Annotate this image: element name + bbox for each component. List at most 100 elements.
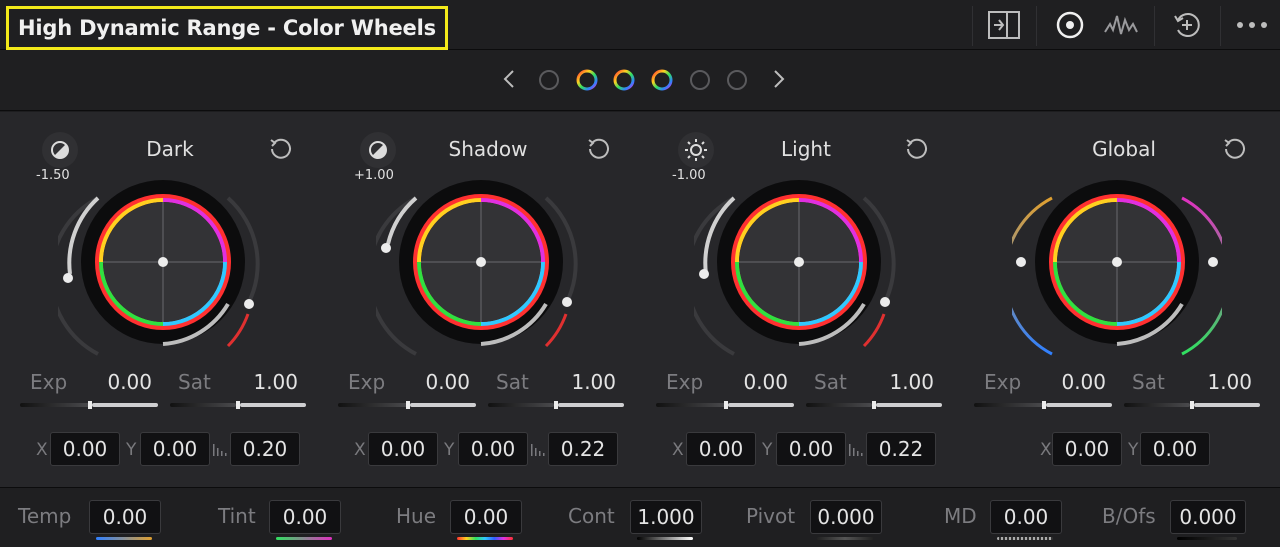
sat-label: Sat [496,370,529,394]
sat-slider[interactable] [170,401,306,409]
exp-slider[interactable] [656,401,794,409]
y-input[interactable]: 0.00 [1140,432,1210,466]
sat-value[interactable]: 1.00 [872,370,934,394]
sat-value[interactable]: 1.00 [236,370,298,394]
md-input[interactable]: 0.00 [990,500,1062,534]
tonal-mode-button[interactable] [678,132,714,168]
falloff-input[interactable]: 0.22 [866,432,936,466]
md-gradient [997,537,1053,540]
bofs-gradient [1177,537,1237,540]
exp-slider[interactable] [338,401,476,409]
wheel-panel-light: -1.00 Light Exp 0.00 Sat 1.00 X 0.00 Y 0… [636,112,954,487]
waveform-button[interactable] [1100,0,1142,50]
divider [1036,6,1037,46]
y-label: Y [444,440,455,460]
tonal-mode-button[interactable] [42,132,78,168]
more-icon [1237,22,1267,28]
y-label: Y [1128,440,1139,460]
falloff-icon [849,444,863,456]
reset-button[interactable] [902,134,932,164]
sat-label: Sat [178,370,211,394]
falloff-input[interactable]: 0.22 [548,432,618,466]
exp-slider[interactable] [974,401,1112,409]
tonal-mode-button[interactable] [360,132,396,168]
reset-icon [1224,138,1245,159]
wheel-title: Dark [146,137,194,161]
split-view-icon [988,11,1020,39]
color-wheel-icon [1056,11,1084,39]
x-label: X [1040,440,1052,460]
page-indicators[interactable] [535,64,755,96]
wheel-title: Global [1092,137,1156,161]
x-input[interactable]: 0.00 [686,432,756,466]
cont-label: Cont [568,504,615,528]
temp-input[interactable]: 0.00 [89,500,161,534]
wheel-panel-global: Global Exp 0.00 Sat 1.00 X 0.00 Y 0.00 [954,112,1272,487]
tint-label: Tint [218,504,256,528]
color-wheel[interactable] [376,174,586,384]
y-label: Y [762,440,773,460]
falloff-icon [531,444,545,456]
temp-gradient [96,537,152,540]
color-wheel[interactable] [58,174,268,384]
exp-value[interactable]: 0.00 [726,370,788,394]
reset-icon [270,138,291,159]
color-wheels-area: -1.50 Dark Exp 0.00 Sat 1.00 X 0.00 Y 0.… [0,112,1280,487]
add-zone-button[interactable] [1168,0,1206,50]
md-label: MD [944,504,977,528]
color-wheel[interactable] [694,174,904,384]
bofs-input[interactable]: 0.000 [1170,500,1246,534]
reset-button[interactable] [266,134,296,164]
divider [1220,6,1221,46]
color-wheel[interactable] [1012,174,1222,384]
temp-label: Temp [18,504,72,528]
exp-label: Exp [984,370,1022,394]
y-input[interactable]: 0.00 [776,432,846,466]
split-view-button[interactable] [973,0,1035,50]
sat-value[interactable]: 1.00 [1190,370,1252,394]
tint-input[interactable]: 0.00 [269,500,341,534]
tint-gradient [276,537,332,540]
pivot-label: Pivot [746,504,796,528]
cont-input[interactable]: 1.000 [630,500,702,534]
header-bar: High Dynamic Range - Color Wheels [0,0,1280,50]
reset-icon [906,138,927,159]
pivot-gradient [817,537,873,540]
x-input[interactable]: 0.00 [368,432,438,466]
sat-slider[interactable] [806,401,942,409]
sat-slider[interactable] [488,401,624,409]
reset-button[interactable] [1220,134,1250,164]
exp-slider[interactable] [20,401,158,409]
page-navigation [0,50,1280,111]
sat-label: Sat [814,370,847,394]
chevron-left-icon[interactable] [500,68,518,90]
y-input[interactable]: 0.00 [140,432,210,466]
hue-gradient [457,537,513,540]
exp-label: Exp [30,370,68,394]
more-options-button[interactable] [1230,0,1274,50]
cont-gradient [637,537,693,540]
exp-label: Exp [666,370,704,394]
global-adjustments-bar: Temp 0.00 Tint 0.00 Hue 0.00 Cont 1.000 … [0,487,1280,547]
exp-label: Exp [348,370,386,394]
sat-slider[interactable] [1124,401,1260,409]
sat-value[interactable]: 1.00 [554,370,616,394]
x-label: X [672,440,684,460]
wheel-title: Light [781,137,831,161]
exp-value[interactable]: 0.00 [408,370,470,394]
exp-value[interactable]: 0.00 [90,370,152,394]
chevron-right-icon[interactable] [770,68,788,90]
sat-label: Sat [1132,370,1165,394]
hue-input[interactable]: 0.00 [450,500,522,534]
reset-button[interactable] [584,134,614,164]
y-label: Y [126,440,137,460]
x-label: X [354,440,366,460]
x-input[interactable]: 0.00 [50,432,120,466]
falloff-input[interactable]: 0.20 [230,432,300,466]
exp-value[interactable]: 0.00 [1044,370,1106,394]
x-input[interactable]: 0.00 [1052,432,1122,466]
sun-icon [685,139,707,161]
y-input[interactable]: 0.00 [458,432,528,466]
color-wheel-mode-button[interactable] [1050,0,1090,50]
pivot-input[interactable]: 0.000 [810,500,882,534]
